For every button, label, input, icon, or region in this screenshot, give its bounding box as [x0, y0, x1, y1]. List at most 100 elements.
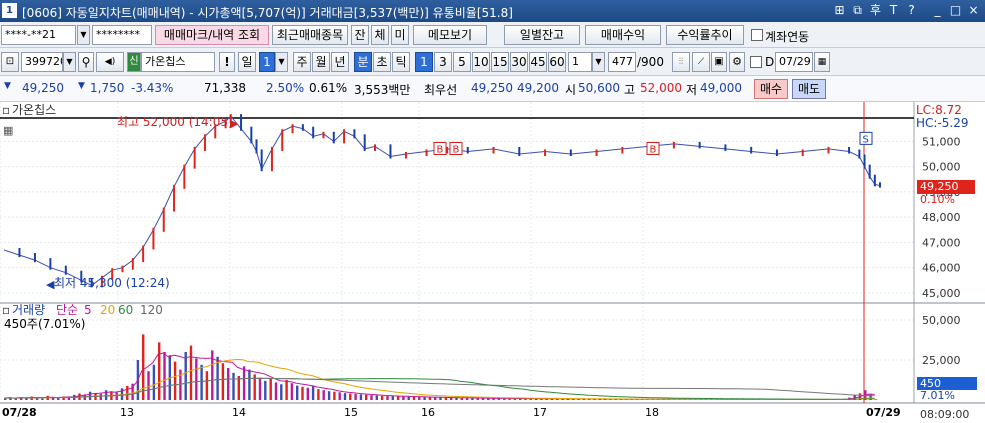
ma-120: 120 — [140, 303, 163, 317]
alert-icon[interactable]: ! — [219, 52, 235, 72]
best-ask-label: 최우선 — [424, 83, 458, 97]
tab-tick[interactable]: 틱 — [392, 52, 410, 72]
tab-month[interactable]: 월 — [312, 52, 330, 72]
volume-bar — [158, 342, 161, 400]
volume-bars — [4, 334, 878, 400]
volume-bar — [280, 384, 283, 400]
range-input[interactable]: 477 — [608, 52, 636, 72]
volume-bar — [370, 395, 373, 400]
volume-legend-label[interactable]: 거래량 — [12, 303, 45, 317]
interval-3[interactable]: 3 — [434, 52, 452, 72]
trade-mark-query-button[interactable]: 매매마크/내역 조회 — [155, 25, 269, 45]
volume-bar — [423, 397, 426, 400]
volume-bar — [322, 390, 325, 400]
save-icon[interactable]: ▣ — [711, 52, 727, 72]
account-dropdown-icon[interactable]: ▼ — [77, 25, 90, 45]
maximize-button[interactable]: □ — [948, 3, 963, 18]
volume-bar — [189, 345, 193, 400]
unexecuted-button[interactable]: 미 — [391, 25, 409, 45]
price-volume-chart[interactable]: BBBS◀▶ 51,00050,00049,00048,00047,00046,… — [0, 102, 985, 423]
close-button[interactable]: × — [966, 3, 981, 18]
price-tick-label: 47,000 — [922, 236, 961, 249]
marker-label: S — [863, 134, 869, 145]
volume-bar — [434, 397, 437, 400]
price-axis-labels: 51,00050,00049,00048,00047,00046,00045,0… — [922, 135, 961, 300]
time-tick-label: 15 — [344, 406, 358, 419]
time-tick-label: 07/28 — [2, 406, 37, 419]
date-input[interactable]: 07/29 — [775, 52, 813, 72]
price-tick-label: 51,000 — [922, 135, 961, 148]
table-icon[interactable]: ▦ — [3, 124, 13, 137]
stock-name-field[interactable]: 가온칩스 — [141, 52, 215, 72]
period-dropdown-icon[interactable]: ▼ — [275, 52, 288, 72]
pin-icon[interactable]: 후 — [868, 3, 883, 18]
yield-trend-button[interactable]: 수익률추이 — [666, 25, 744, 45]
volume-axis-labels: 50,000 25,000 — [922, 314, 961, 367]
interval-45[interactable]: 45 — [529, 52, 547, 72]
current-price-tag: 49,250 — [917, 180, 975, 194]
account-select[interactable]: ****-**21 — [1, 25, 76, 45]
speaker-icon[interactable]: ◀) — [96, 52, 124, 72]
trade-profit-button[interactable]: 매매수익 — [585, 25, 661, 45]
time-tick-label: 13 — [120, 406, 134, 419]
volume-bar — [88, 391, 92, 400]
calendar-icon[interactable]: ▦ — [814, 52, 830, 72]
time-tick-label: 18 — [645, 406, 659, 419]
recent-trades-button[interactable]: 최근매매종목 — [272, 25, 348, 45]
stock-code-dropdown-icon[interactable]: ▼ — [63, 52, 76, 72]
interval-10[interactable]: 10 — [472, 52, 490, 72]
hc-label: HC:-5.29 — [916, 116, 969, 130]
tab-second[interactable]: 초 — [373, 52, 391, 72]
daily-balance-button[interactable]: 일별잔고 — [504, 25, 580, 45]
new-listing-badge: 신 — [127, 52, 141, 72]
price-candles — [3, 114, 881, 288]
stock-code-input[interactable]: 399720 — [21, 52, 63, 72]
period-count-field[interactable]: 1 — [259, 52, 275, 72]
gear-icon[interactable]: ⚙ — [729, 52, 745, 72]
volume-bar — [173, 361, 177, 400]
volume-bar — [375, 395, 378, 400]
search-icon[interactable]: ⚲ — [78, 52, 94, 72]
tab-year[interactable]: 년 — [331, 52, 349, 72]
volume-bar — [264, 380, 267, 400]
tab-minute[interactable]: 분 — [354, 52, 372, 72]
period-day-button[interactable]: 일 — [238, 52, 256, 72]
count-dropdown-icon[interactable]: ▼ — [592, 52, 605, 72]
chart-settings-icon[interactable]: ⊡ — [1, 52, 19, 72]
volume-bar — [14, 398, 17, 400]
memo-view-button[interactable]: 메모보기 — [413, 25, 487, 45]
tab-week[interactable]: 주 — [293, 52, 311, 72]
volume-bar — [317, 389, 320, 400]
volume-bar — [248, 369, 251, 400]
password-field[interactable]: ******** — [92, 25, 152, 45]
interval-5[interactable]: 5 — [453, 52, 471, 72]
buy-button[interactable]: 매수 — [754, 79, 788, 99]
draw-line-icon[interactable]: ⟋ — [692, 52, 710, 72]
date-checkbox[interactable] — [750, 56, 762, 68]
balance-button[interactable]: 잔 — [351, 25, 369, 45]
volume-bar — [99, 393, 102, 400]
sell-button[interactable]: 매도 — [792, 79, 826, 99]
chart-type-icon[interactable]: ⫶⫶ — [672, 52, 690, 72]
volume-bar — [25, 398, 28, 400]
interval-60[interactable]: 60 — [548, 52, 566, 72]
copy-window-icon[interactable]: ⧉ — [850, 3, 865, 18]
executed-button[interactable]: 체 — [371, 25, 389, 45]
volume-bar — [407, 396, 410, 400]
interval-30[interactable]: 30 — [510, 52, 528, 72]
range-total-label: /900 — [637, 55, 664, 69]
text-size-icon[interactable]: T — [886, 3, 901, 18]
volume-bar — [428, 397, 432, 400]
help-icon[interactable]: ? — [904, 3, 919, 18]
interval-1[interactable]: 1 — [415, 52, 433, 72]
volume-bar — [418, 397, 421, 400]
account-toolbar: ****-**21 ▼ ******** 매매마크/내역 조회 최근매매종목 잔… — [0, 22, 985, 48]
interval-15[interactable]: 15 — [491, 52, 509, 72]
account-link-checkbox[interactable] — [751, 29, 763, 41]
current-pct-tag: 0.10% — [920, 193, 955, 206]
screen-grid-icon[interactable]: ⊞ — [832, 3, 847, 18]
volume-bar — [195, 358, 198, 400]
count-input[interactable]: 1 — [568, 52, 592, 72]
minimize-button[interactable]: _ — [930, 3, 945, 18]
price-legend[interactable]: 가온칩스 — [12, 103, 56, 117]
